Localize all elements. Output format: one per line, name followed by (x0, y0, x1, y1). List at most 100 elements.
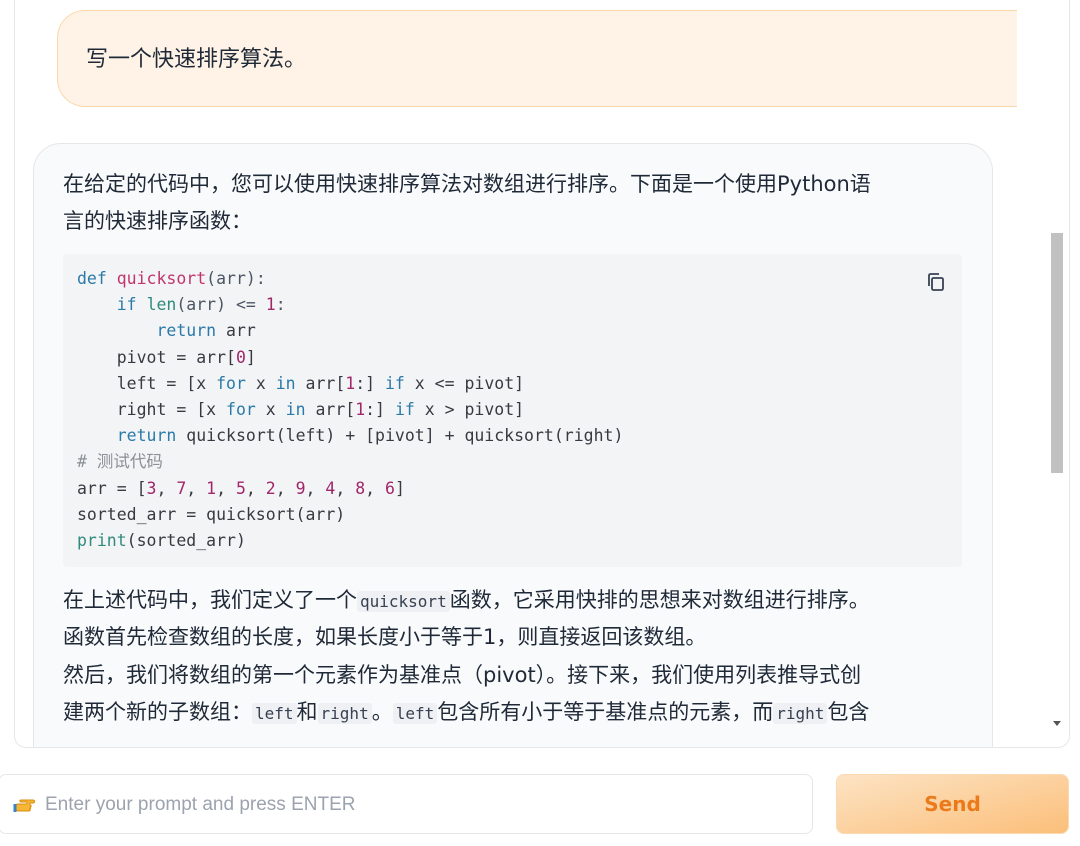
code-token: (arr): (206, 269, 266, 288)
code-line: return quicksort(left) + [pivot] + quick… (77, 423, 624, 449)
code-line: arr = [3, 7, 1, 5, 2, 9, 4, 8, 6] (77, 476, 623, 502)
text-segment: 函数，它采用快排的思想来对数组进行排序。 (449, 588, 870, 612)
code-token: arr (216, 321, 256, 341)
code-token: in (275, 373, 296, 393)
code-token: len (146, 295, 177, 315)
code-token: x > pivot] (414, 399, 525, 419)
text-segment: 。 (371, 700, 393, 724)
code-token: return (116, 426, 177, 446)
code-token: if (385, 373, 405, 393)
chat-panel: 写一个快速排序算法。 在给定的代码中，您可以使用快速排序算法对数组进行排序。下面… (14, 0, 1070, 748)
bot-explain-line-2: 函数首先检查数组的长度，如果长度小于等于1，则直接返回该数组。 (63, 625, 707, 649)
prompt-input-box[interactable] (0, 774, 813, 834)
code-line: if len(arr) <= 1: (77, 292, 623, 318)
scroll-down-arrow-icon[interactable] (1053, 721, 1061, 726)
text-segment: 包含所有小于等于基准点的元素，而 (437, 700, 774, 724)
code-token: return (156, 321, 217, 341)
code-token: 0 (235, 347, 246, 367)
code-token: 2 (265, 478, 276, 498)
bot-intro-line-2: 言的快速排序函数： (63, 209, 252, 233)
inline-code-right: right (773, 703, 828, 724)
code-token: quicksort(left) + [pivot] + quicksort(ri… (176, 426, 624, 446)
code-token: 4 (325, 478, 336, 498)
code-lines: def quicksort(arr): if len(arr) <= 1: re… (77, 266, 623, 554)
code-token: ] (245, 347, 256, 367)
code-token: , (186, 478, 207, 498)
inline-code-left: left (252, 703, 297, 724)
inline-code-right: right (317, 703, 372, 724)
code-block: def quicksort(arr): if len(arr) <= 1: re… (63, 254, 962, 567)
code-token: 7 (176, 478, 187, 498)
pointing-hand-icon (13, 799, 35, 812)
code-token: print (77, 530, 127, 550)
code-token: , (156, 478, 177, 498)
code-token: , (245, 478, 266, 498)
code-token: :] (355, 373, 385, 393)
code-token: sorted_arr = quicksort(arr) (77, 504, 346, 524)
scrollbar-thumb[interactable] (1051, 233, 1063, 473)
code-token: 6 (385, 478, 395, 498)
code-line: print(sorted_arr) (77, 528, 623, 554)
code-line: pivot = arr[0] (77, 345, 623, 371)
code-token: 3 (146, 478, 157, 498)
code-token: in (285, 399, 306, 419)
copy-icon[interactable] (925, 271, 947, 293)
user-message: 写一个快速排序算法。 (57, 10, 1017, 107)
code-token: , (216, 478, 236, 498)
code-token: left = [x (77, 373, 217, 393)
prompt-input[interactable] (43, 789, 793, 821)
code-token: pivot = arr[ (77, 347, 236, 367)
code-token: arr[ (295, 373, 346, 393)
user-message-text: 写一个快速排序算法。 (86, 47, 307, 72)
code-token: right = [x (77, 399, 227, 419)
code-token: quicksort (116, 269, 207, 288)
code-token: 1 (265, 295, 276, 315)
code-line: sorted_arr = quicksort(arr) (77, 502, 623, 528)
text-segment: 包含 (827, 700, 870, 724)
code-token: , (335, 478, 356, 498)
code-token: if (394, 399, 415, 419)
code-token: 1 (206, 478, 217, 498)
code-token: , (305, 478, 326, 498)
bot-explain-line-4: 建两个新的子数组： left 和 right。 left 包含所有小于等于基准点的元素，而… (63, 694, 963, 732)
code-line: def quicksort(arr): (77, 266, 623, 292)
code-token: if (116, 295, 137, 315)
bot-explain-line-1: 在上述代码中，我们定义了一个 quicksort 函数，它采用快排的思想来对数组进行… (63, 582, 963, 620)
code-token: # 测试代码 (77, 452, 163, 472)
text-segment: 在上述代码中，我们定义了一个 (63, 588, 357, 612)
send-button[interactable]: Send (836, 774, 1069, 834)
bot-intro-line-1: 在给定的代码中，您可以使用快速排序算法对数组进行排序。下面是一个使用Python… (63, 172, 871, 196)
code-line: # 测试代码 (77, 449, 623, 475)
code-token: 5 (235, 478, 246, 498)
code-line: return arr (77, 318, 623, 344)
bot-explain-line-3: 然后，我们将数组的第一个元素作为基准点（pivot）。接下来，我们使用列表推导式… (63, 663, 862, 687)
code-token: arr = [ (77, 478, 147, 498)
code-token: :] (365, 399, 395, 419)
code-token: ] (394, 478, 405, 498)
code-token: x (245, 373, 276, 393)
code-line: left = [x for x in arr[1:] if x <= pivot… (77, 371, 623, 397)
code-token: def (77, 269, 107, 288)
code-token: 1 (345, 373, 356, 393)
code-line: right = [x for x in arr[1:] if x > pivot… (77, 397, 623, 423)
text-segment: 建两个新的子数组： (63, 700, 252, 724)
code-token: for (226, 399, 256, 419)
code-token: for (216, 373, 246, 393)
code-token: , (365, 478, 386, 498)
inline-code-quicksort: quicksort (357, 591, 450, 612)
bot-message: 在给定的代码中，您可以使用快速排序算法对数组进行排序。下面是一个使用Python… (33, 143, 993, 747)
inline-code-left: left (392, 703, 438, 724)
code-token: (arr) <= (176, 295, 266, 315)
code-token: : (275, 295, 286, 315)
code-token: x (255, 399, 286, 419)
code-token: 1 (355, 399, 366, 419)
chat-scrollbar[interactable] (1049, 0, 1065, 731)
text-segment: 和 (296, 700, 318, 724)
code-token: 8 (355, 478, 366, 498)
code-token: arr[ (305, 399, 356, 419)
